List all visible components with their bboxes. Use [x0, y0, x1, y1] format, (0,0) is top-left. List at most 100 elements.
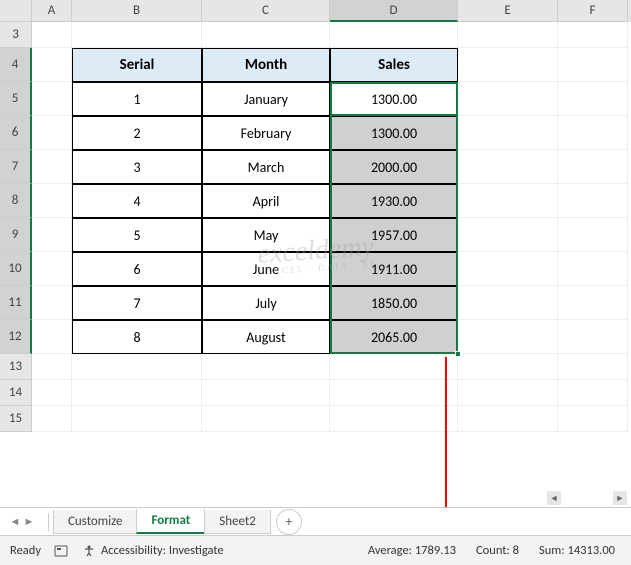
cell[interactable] — [72, 406, 202, 432]
cell-serial[interactable]: 5 — [72, 218, 202, 252]
row-header-5[interactable]: 5 — [0, 82, 32, 116]
cell[interactable] — [458, 150, 558, 184]
cell[interactable] — [72, 22, 202, 48]
cell-month[interactable]: May — [202, 218, 330, 252]
cell[interactable] — [202, 354, 330, 380]
cell-serial[interactable]: 8 — [72, 320, 202, 354]
table-header-sales[interactable]: Sales — [330, 48, 458, 82]
cell[interactable] — [558, 320, 628, 354]
row-header-10[interactable]: 10 — [0, 252, 32, 286]
tab-next-icon[interactable]: ► — [22, 512, 36, 532]
table-header-serial[interactable]: Serial — [72, 48, 202, 82]
tab-prev-icon[interactable]: ◄ — [8, 512, 22, 532]
row-header-12[interactable]: 12 — [0, 320, 32, 354]
cell[interactable] — [458, 218, 558, 252]
row-header-7[interactable]: 7 — [0, 150, 32, 184]
sheet-tab-format[interactable]: Format — [136, 509, 205, 534]
cell[interactable] — [202, 22, 330, 48]
cell[interactable] — [202, 380, 330, 406]
scroll-left-icon[interactable]: ◄ — [547, 491, 561, 505]
row-header-15[interactable]: 15 — [0, 406, 32, 432]
row-header-3[interactable]: 3 — [0, 22, 32, 48]
cell[interactable] — [32, 48, 72, 82]
cell[interactable] — [458, 286, 558, 320]
col-header-c[interactable]: C — [202, 0, 330, 22]
cell[interactable] — [32, 22, 72, 48]
cell-sales-active[interactable]: 1300.00 — [330, 82, 458, 116]
cell[interactable] — [32, 406, 72, 432]
cell-month[interactable]: June — [202, 252, 330, 286]
cell[interactable] — [458, 252, 558, 286]
cell[interactable] — [558, 22, 628, 48]
cell[interactable] — [72, 354, 202, 380]
cell[interactable] — [558, 252, 628, 286]
row-header-4[interactable]: 4 — [0, 48, 32, 82]
cell[interactable] — [458, 354, 558, 380]
cell-sales[interactable]: 1300.00 — [330, 116, 458, 150]
cell[interactable] — [458, 48, 558, 82]
cell-month[interactable]: July — [202, 286, 330, 320]
cell-month[interactable]: August — [202, 320, 330, 354]
cell-serial[interactable]: 3 — [72, 150, 202, 184]
cell-sales[interactable]: 2000.00 — [330, 150, 458, 184]
cell-serial[interactable]: 2 — [72, 116, 202, 150]
row-header-8[interactable]: 8 — [0, 184, 32, 218]
row-header-6[interactable]: 6 — [0, 116, 32, 150]
col-header-a[interactable]: A — [32, 0, 72, 22]
col-header-b[interactable]: B — [72, 0, 202, 22]
cell[interactable] — [330, 354, 458, 380]
worksheet-grid[interactable]: A B C D E F 3 4 Serial Month Sales 5 1 J… — [0, 0, 631, 432]
cell[interactable] — [458, 320, 558, 354]
row-header-13[interactable]: 13 — [0, 354, 32, 380]
cell-serial[interactable]: 7 — [72, 286, 202, 320]
col-header-d[interactable]: D — [330, 0, 458, 22]
cell[interactable] — [458, 22, 558, 48]
cell-month[interactable]: January — [202, 82, 330, 116]
col-header-f[interactable]: F — [558, 0, 628, 22]
accessibility-checker[interactable]: Accessibility: Investigate — [81, 543, 224, 559]
col-header-e[interactable]: E — [458, 0, 558, 22]
cell[interactable] — [330, 380, 458, 406]
cell[interactable] — [558, 82, 628, 116]
row-header-11[interactable]: 11 — [0, 286, 32, 320]
cell-sales[interactable]: 2065.00 — [330, 320, 458, 354]
cell[interactable] — [330, 22, 458, 48]
cell-serial[interactable]: 1 — [72, 82, 202, 116]
cell[interactable] — [32, 184, 72, 218]
cell[interactable] — [330, 406, 458, 432]
cell-month[interactable]: February — [202, 116, 330, 150]
cell[interactable] — [558, 286, 628, 320]
macro-recorder-icon[interactable] — [53, 543, 69, 559]
cell[interactable] — [558, 406, 628, 432]
cell-sales[interactable]: 1930.00 — [330, 184, 458, 218]
status-stats[interactable]: Average: 1789.13 Count: 8 Sum: 14313.00 — [362, 541, 621, 560]
cell-month[interactable]: April — [202, 184, 330, 218]
cell[interactable] — [458, 116, 558, 150]
cell[interactable] — [202, 406, 330, 432]
cell[interactable] — [32, 252, 72, 286]
cell[interactable] — [558, 48, 628, 82]
cell[interactable] — [32, 218, 72, 252]
cell-month[interactable]: March — [202, 150, 330, 184]
cell[interactable] — [32, 82, 72, 116]
cell[interactable] — [458, 406, 558, 432]
scroll-right-icon[interactable]: ► — [613, 491, 627, 505]
sheet-tab-sheet2[interactable]: Sheet2 — [204, 510, 271, 534]
cell-serial[interactable]: 6 — [72, 252, 202, 286]
cell[interactable] — [32, 354, 72, 380]
select-all-corner[interactable] — [0, 0, 32, 22]
cell[interactable] — [558, 116, 628, 150]
table-header-month[interactable]: Month — [202, 48, 330, 82]
cell-serial[interactable]: 4 — [72, 184, 202, 218]
cell[interactable] — [72, 380, 202, 406]
cell[interactable] — [32, 286, 72, 320]
cell[interactable] — [32, 150, 72, 184]
row-header-9[interactable]: 9 — [0, 218, 32, 252]
horizontal-scroll[interactable]: ◄ ► — [547, 491, 627, 505]
add-sheet-button[interactable]: + — [276, 509, 302, 535]
cell[interactable] — [558, 150, 628, 184]
row-header-14[interactable]: 14 — [0, 380, 32, 406]
cell[interactable] — [32, 116, 72, 150]
fill-handle[interactable] — [455, 351, 461, 357]
cell-sales[interactable]: 1957.00 — [330, 218, 458, 252]
